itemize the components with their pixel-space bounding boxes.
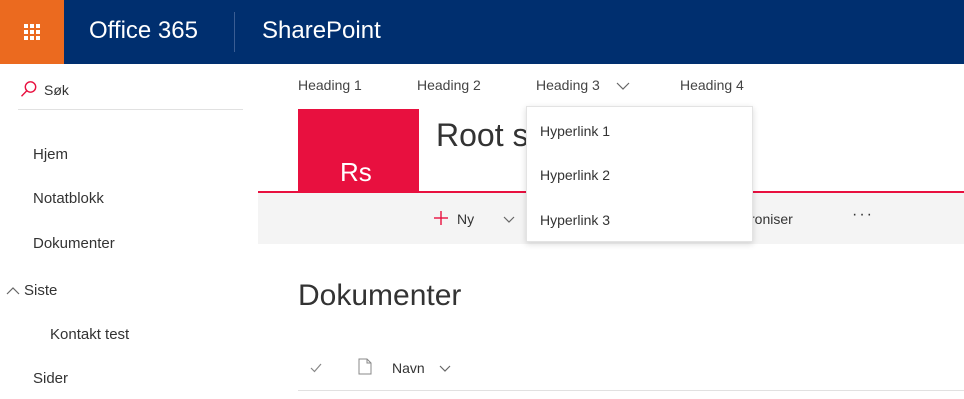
nav-item-sider[interactable]: Sider: [33, 370, 68, 387]
waffle-icon: [24, 24, 40, 40]
plus-icon[interactable]: [433, 210, 449, 226]
search-input[interactable]: Søk: [44, 82, 69, 98]
chevron-down-icon[interactable]: [503, 216, 515, 224]
nav-item-hjem[interactable]: Hjem: [33, 146, 68, 163]
topnav-heading-2[interactable]: Heading 2: [417, 77, 481, 93]
site-logo-initials: Rs: [340, 157, 372, 187]
nav-item-dokumenter[interactable]: Dokumenter: [33, 235, 115, 252]
suite-bar: Office 365 SharePoint: [0, 0, 964, 64]
chevron-down-icon[interactable]: [616, 82, 630, 91]
search-icon: [21, 81, 37, 97]
office365-link[interactable]: Office 365: [89, 15, 198, 47]
more-button[interactable]: ···: [852, 206, 874, 224]
left-navigation: Søk Hjem Notatblokk Dokumenter Siste Kon…: [0, 64, 258, 399]
nav-item-siste[interactable]: Siste: [24, 282, 57, 299]
heading3-dropdown-menu: Hyperlink 1 Hyperlink 2 Hyperlink 3: [526, 106, 753, 242]
file-type-icon: [358, 358, 372, 375]
menu-item-hyperlink-1[interactable]: Hyperlink 1: [540, 123, 610, 139]
chevron-up-icon[interactable]: [6, 286, 20, 296]
page-title: Dokumenter: [298, 279, 462, 312]
app-launcher-button[interactable]: [0, 0, 64, 64]
list-header-divider: [298, 390, 964, 391]
nav-item-kontakt-test[interactable]: Kontakt test: [50, 326, 129, 343]
topnav-heading-1[interactable]: Heading 1: [298, 77, 362, 93]
new-button[interactable]: Ny: [457, 211, 474, 227]
chevron-down-icon[interactable]: [439, 365, 451, 373]
checkmark-icon[interactable]: [310, 363, 322, 373]
menu-item-hyperlink-2[interactable]: Hyperlink 2: [540, 167, 610, 183]
column-header-name[interactable]: Navn: [392, 360, 425, 376]
topnav-heading-3[interactable]: Heading 3: [536, 77, 600, 93]
sharepoint-link[interactable]: SharePoint: [262, 15, 381, 47]
nav-item-notatblokk[interactable]: Notatblokk: [33, 190, 104, 207]
suite-divider: [234, 12, 235, 52]
menu-item-hyperlink-3[interactable]: Hyperlink 3: [540, 212, 610, 228]
search-box[interactable]: Søk: [18, 78, 243, 110]
topnav-heading-4[interactable]: Heading 4: [680, 77, 744, 93]
